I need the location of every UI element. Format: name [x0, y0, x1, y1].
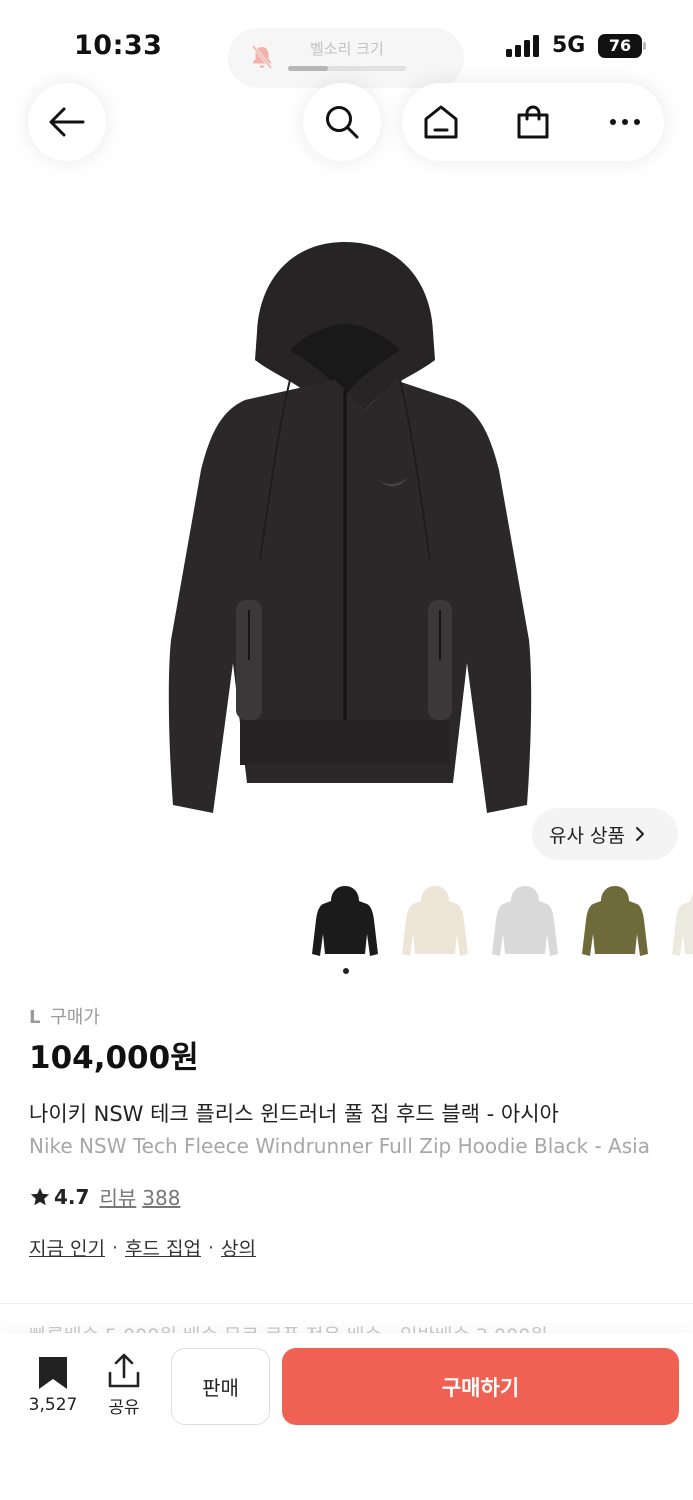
reviews-label: 리뷰 — [99, 1186, 137, 1210]
bookmark-icon — [39, 1357, 67, 1389]
star-icon — [30, 1187, 50, 1205]
home-icon — [424, 105, 458, 139]
tag-separator: · — [111, 1236, 119, 1259]
battery-nub — [643, 42, 646, 50]
buy-button[interactable]: 구매하기 — [282, 1348, 679, 1425]
size-value: L — [29, 1007, 41, 1028]
bookmark-button[interactable]: 3,527 — [22, 1355, 84, 1423]
price-label: 구매가 — [50, 1007, 100, 1028]
product-name-english: Nike NSW Tech Fleece Windrunner Full Zip… — [29, 1134, 650, 1158]
battery-level: 76 — [598, 34, 642, 58]
tag-popular-now[interactable]: 지금 인기 — [29, 1234, 105, 1261]
clock: 10:33 — [74, 30, 163, 61]
thumbnail-cream-2[interactable] — [670, 878, 693, 968]
back-button[interactable] — [28, 83, 106, 161]
battery-indicator: 76 — [598, 34, 646, 58]
chevron-right-icon — [635, 827, 644, 841]
rating-row: 4.7 리뷰 388 — [29, 1182, 186, 1211]
bell-muted-icon — [251, 45, 273, 69]
reviews-link[interactable]: 리뷰 388 — [99, 1182, 186, 1211]
rating-value: 4.7 — [54, 1184, 90, 1209]
thumbnail-cream[interactable] — [400, 878, 470, 968]
volume-label: 벨소리 크기 — [310, 40, 384, 58]
share-label: 공유 — [108, 1398, 140, 1418]
similar-products-button[interactable]: 유사 상품 — [532, 808, 678, 860]
cart-button[interactable] — [494, 83, 572, 161]
bookmark-count: 3,527 — [28, 1395, 78, 1415]
section-divider — [0, 1303, 693, 1304]
volume-fill — [288, 66, 329, 71]
search-icon — [326, 106, 359, 139]
tag-tops[interactable]: 상의 — [221, 1234, 256, 1261]
status-bar: 10:33 벨소리 크기 5G 76 — [0, 0, 693, 88]
bottom-action-bar: 3,527 공유 판매 구매하기 — [0, 1333, 693, 1500]
nav-action-group — [402, 83, 664, 161]
similar-products-label: 유사 상품 — [549, 824, 625, 847]
network-type: 5G — [552, 33, 586, 58]
thumbnail-black[interactable] — [310, 878, 380, 968]
more-button[interactable] — [586, 83, 664, 161]
home-button[interactable] — [402, 83, 480, 161]
reviews-count: 388 — [142, 1186, 181, 1210]
price: 104,000원 — [29, 1040, 199, 1076]
back-arrow-icon — [49, 107, 85, 137]
thumbnail-olive[interactable] — [580, 878, 650, 968]
share-button[interactable]: 공유 — [100, 1353, 148, 1421]
sell-button[interactable]: 판매 — [171, 1348, 270, 1425]
thumbnail-strip — [310, 878, 693, 968]
volume-track — [288, 66, 406, 71]
search-button[interactable] — [303, 83, 381, 161]
thumbnail-light-grey[interactable] — [490, 878, 560, 968]
tag-hood-zip-up[interactable]: 후드 집업 — [125, 1234, 201, 1261]
shopping-bag-icon — [517, 105, 549, 139]
volume-hud: 벨소리 크기 — [228, 28, 464, 88]
share-icon — [108, 1353, 140, 1388]
category-tags: 지금 인기 · 후드 집업 · 상의 — [29, 1234, 256, 1261]
product-name-korean: 나이키 NSW 테크 플리스 윈드러너 풀 집 후드 블랙 - 아시아 — [29, 1102, 559, 1126]
tag-separator: · — [207, 1236, 215, 1259]
more-icon — [610, 119, 640, 125]
active-thumbnail-indicator — [343, 968, 349, 974]
signal-icon — [506, 35, 539, 57]
product-image[interactable] — [140, 230, 550, 820]
size-price-label: L 구매가 — [29, 1003, 100, 1029]
